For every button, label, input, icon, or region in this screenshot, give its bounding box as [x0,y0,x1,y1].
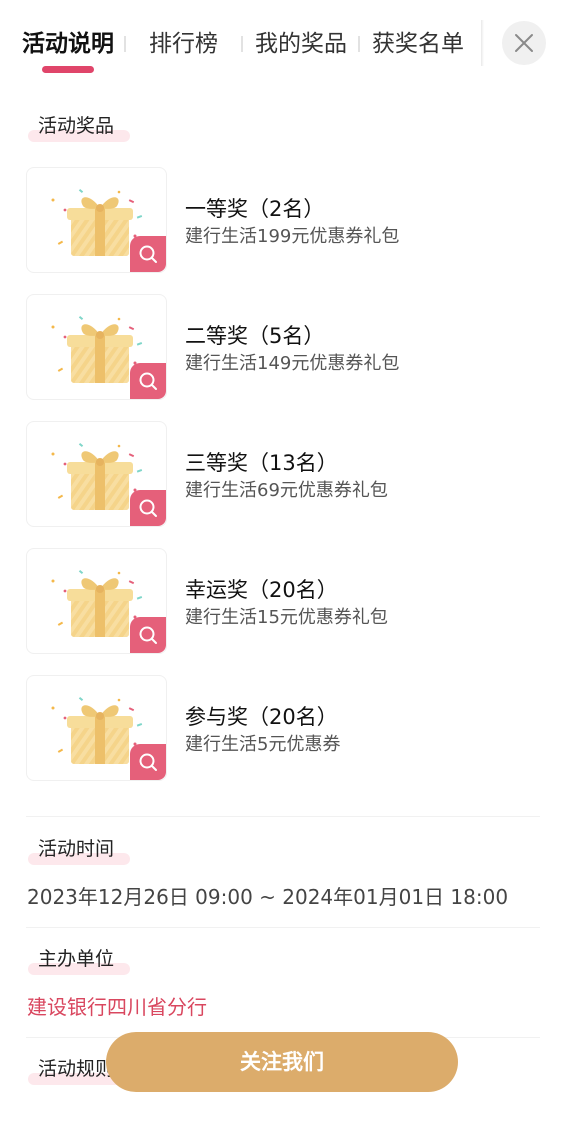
tab-divider [241,36,243,52]
tab-my-prizes[interactable]: 我的奖品 [255,28,347,60]
prize-title: 一等奖（2名） [185,197,325,221]
prize-image[interactable] [26,675,167,781]
zoom-button[interactable] [130,490,166,526]
magnifier-icon [139,372,157,390]
section-label-rules: 活动规则 [28,1057,130,1085]
prize-item: 参与奖（20名） 建行生活5元优惠券 [26,675,536,781]
prize-item: 三等奖（13名） 建行生活69元优惠券礼包 [26,421,536,527]
prize-image[interactable] [26,167,167,273]
close-icon [515,34,533,52]
organizer-value: 建设银行四川省分行 [27,995,207,1019]
prize-image[interactable] [26,548,167,654]
prize-title: 二等奖（5名） [185,324,325,348]
follow-us-button[interactable]: 关注我们 [106,1032,458,1092]
divider [26,927,540,928]
prize-description: 建行生活15元优惠券礼包 [185,607,388,628]
prize-title: 三等奖（13名） [185,451,338,475]
magnifier-icon [139,499,157,517]
section-label-prizes: 活动奖品 [28,114,130,142]
tab-divider [358,36,360,52]
zoom-button[interactable] [130,617,166,653]
prize-image[interactable] [26,421,167,527]
activity-time-value: 2023年12月26日 09:00 ~ 2024年01月01日 18:00 [27,885,509,909]
prize-description: 建行生活69元优惠券礼包 [185,480,388,501]
prize-image[interactable] [26,294,167,400]
tab-bar: 活动说明 排行榜 我的奖品 获奖名单 [0,0,564,86]
prize-description: 建行生活149元优惠券礼包 [185,353,400,374]
tab-winners-list[interactable]: 获奖名单 [372,28,464,60]
prize-description: 建行生活5元优惠券 [185,734,341,755]
prize-title: 幸运奖（20名） [185,578,338,602]
prize-item: 幸运奖（20名） 建行生活15元优惠券礼包 [26,548,536,654]
tab-divider [124,36,126,52]
active-tab-indicator [42,66,94,73]
zoom-button[interactable] [130,363,166,399]
close-button[interactable] [502,21,546,65]
tab-leaderboard[interactable]: 排行榜 [149,28,218,60]
divider [26,816,540,817]
section-label-organizer: 主办单位 [28,947,130,975]
zoom-button[interactable] [130,744,166,780]
tab-activity-description[interactable]: 活动说明 [22,28,114,60]
zoom-button[interactable] [130,236,166,272]
magnifier-icon [139,626,157,644]
prize-item: 一等奖（2名） 建行生活199元优惠券礼包 [26,167,536,273]
tab-scroll-fade [481,20,484,66]
prize-description: 建行生活199元优惠券礼包 [185,226,400,247]
prize-title: 参与奖（20名） [185,705,338,729]
prize-item: 二等奖（5名） 建行生活149元优惠券礼包 [26,294,536,400]
magnifier-icon [139,753,157,771]
section-label-time: 活动时间 [28,837,130,865]
magnifier-icon [139,245,157,263]
